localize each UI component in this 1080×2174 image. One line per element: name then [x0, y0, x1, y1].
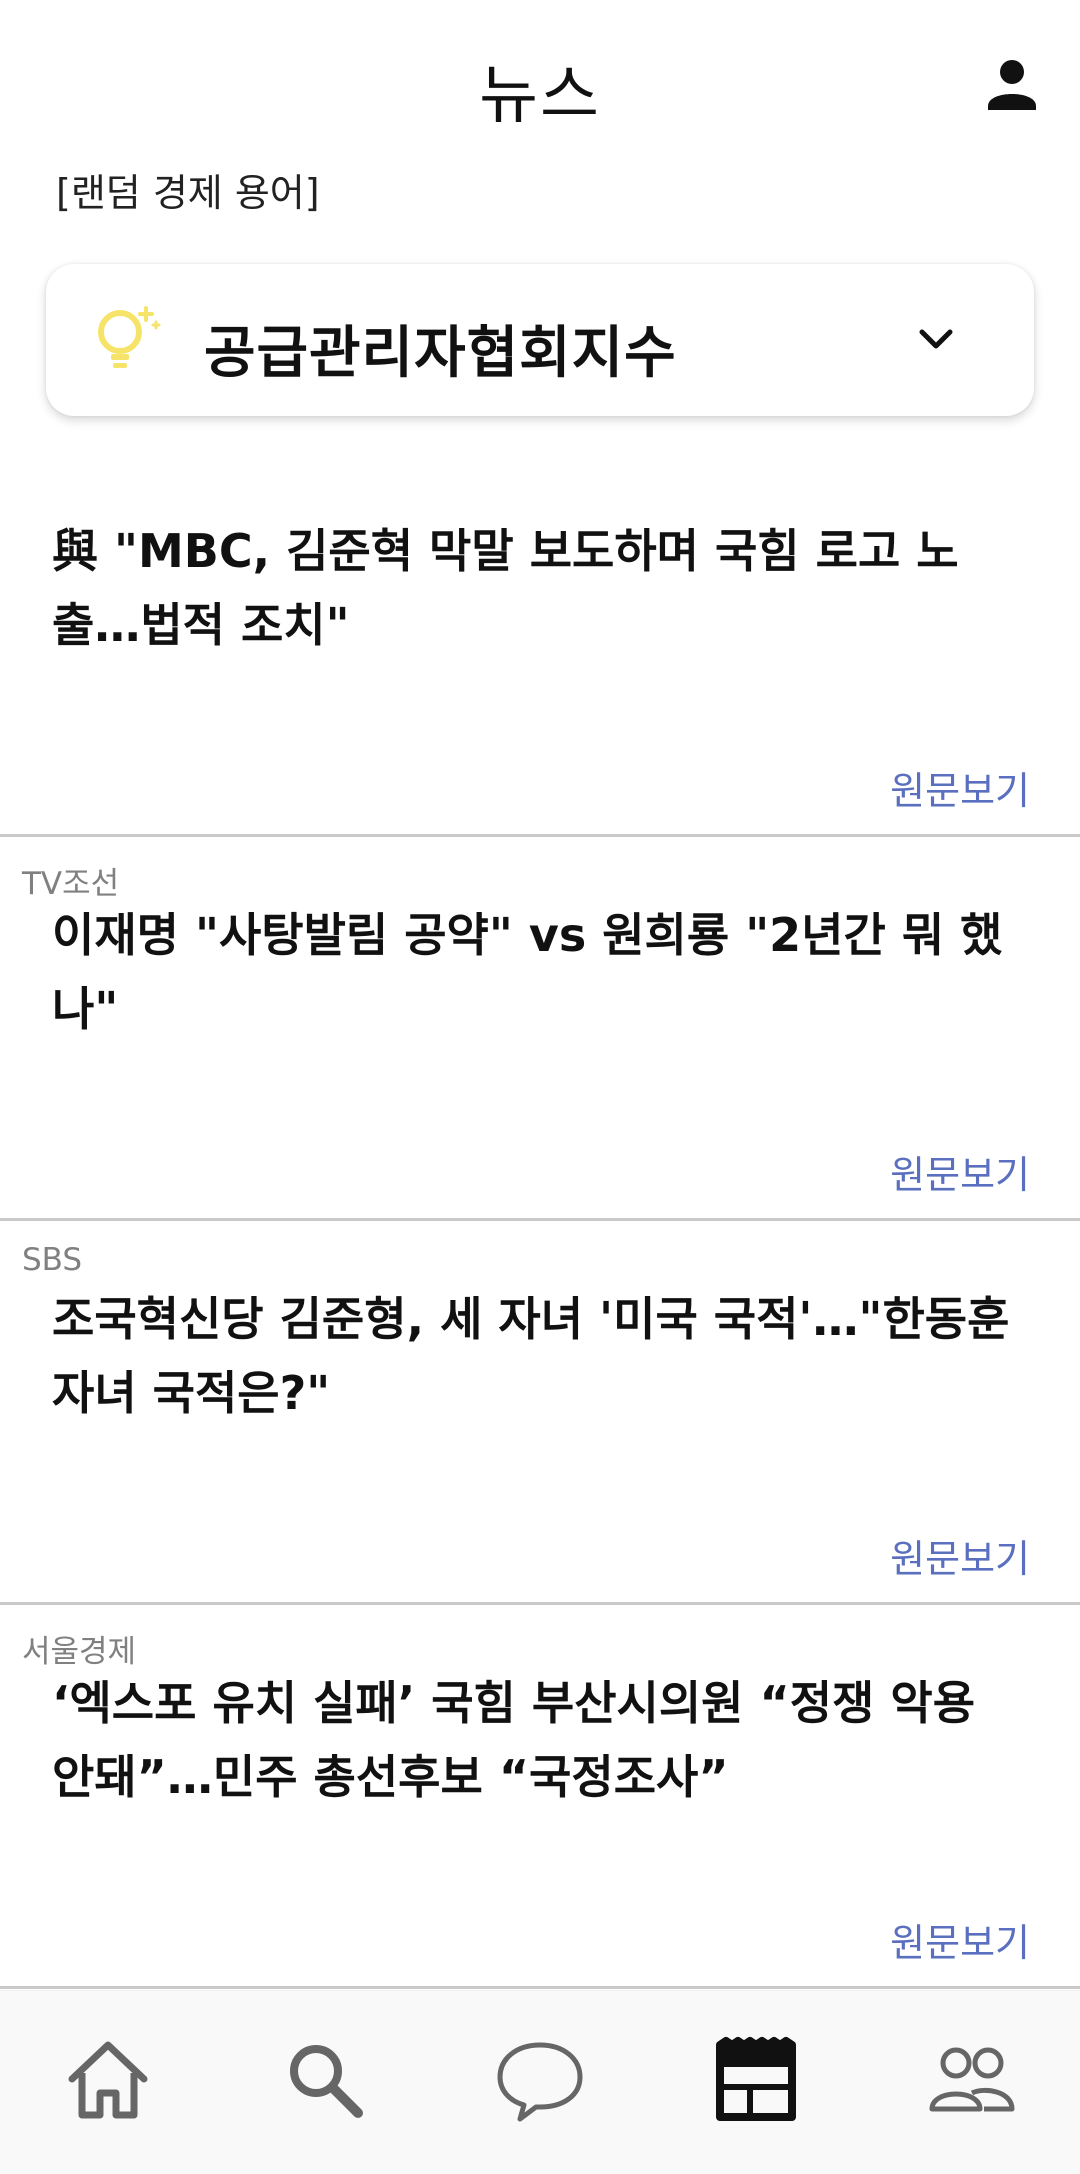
view-original-link[interactable]: 원문보기	[890, 1528, 1030, 1583]
person-icon	[988, 60, 1036, 110]
economic-term-text: 공급관리자협회지수	[204, 321, 677, 386]
news-source: 서울경제	[22, 1634, 137, 1670]
news-item[interactable]: TV조선 이재명 "사탕발림 공약" vs 원희룡 "2년간 뭐 했 나" 원문…	[0, 834, 1080, 1221]
profile-button[interactable]	[980, 52, 1044, 116]
page-title: 뉴스	[479, 59, 601, 133]
view-original-link[interactable]: 원문보기	[890, 760, 1030, 815]
random-term-label: [랜덤 경제 용어]	[56, 171, 320, 215]
lightbulb-icon	[98, 306, 161, 368]
nav-news[interactable]	[648, 1991, 864, 2174]
app-header: 뉴스	[0, 0, 1080, 160]
news-item[interactable]: 與 "MBC, 김준혁 막말 보도하며 국힘 로고 노 출…법적 조치" 원문보…	[0, 450, 1080, 837]
view-original-link[interactable]: 원문보기	[890, 1144, 1030, 1199]
news-item[interactable]: 서울경제 ‘엑스포 유치 실패’ 국힘 부산시의원 “정쟁 악용 안돼”…민주 …	[0, 1602, 1080, 1989]
news-item[interactable]: SBS 조국혁신당 김준형, 세 자녀 '미국 국적'…"한동훈 자녀 국적은?…	[0, 1218, 1080, 1605]
nav-chat[interactable]	[432, 1991, 648, 2174]
view-original-link[interactable]: 원문보기	[890, 1912, 1030, 1967]
nav-community[interactable]	[864, 1991, 1080, 2174]
news-headline[interactable]: 이재명 "사탕발림 공약" vs 원희룡 "2년간 뭐 했 나"	[52, 898, 1032, 1046]
nav-home[interactable]	[0, 1991, 216, 2174]
news-headline[interactable]: 與 "MBC, 김준혁 막말 보도하며 국힘 로고 노 출…법적 조치"	[52, 514, 1032, 662]
chevron-down-icon[interactable]	[916, 320, 956, 360]
home-icon	[68, 2041, 148, 2119]
bottom-navigation	[0, 1990, 1080, 2174]
economic-term-card[interactable]: 공급관리자협회지수	[46, 264, 1034, 416]
people-icon	[929, 2047, 1015, 2112]
chat-bubble-icon	[497, 2042, 583, 2122]
news-icon	[716, 2037, 796, 2121]
nav-search[interactable]	[216, 1991, 432, 2174]
news-source: SBS	[22, 1242, 83, 1278]
news-headline[interactable]: ‘엑스포 유치 실패’ 국힘 부산시의원 “정쟁 악용 안돼”…민주 총선후보 …	[52, 1666, 1032, 1814]
news-headline[interactable]: 조국혁신당 김준형, 세 자녀 '미국 국적'…"한동훈 자녀 국적은?"	[52, 1282, 1032, 1430]
search-icon	[290, 2045, 363, 2118]
news-source: TV조선	[22, 866, 120, 902]
